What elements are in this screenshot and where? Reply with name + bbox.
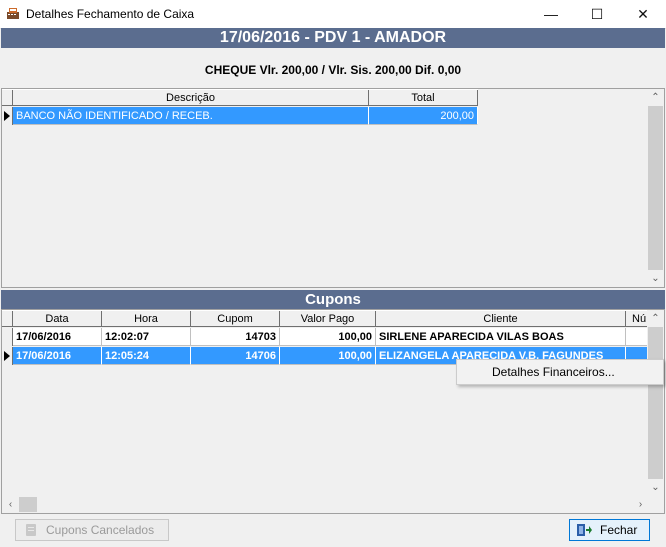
column-header-descricao[interactable]: Descrição	[13, 90, 369, 106]
payments-grid[interactable]: Descrição Total BANCO NÃO IDENTIFICADO /…	[1, 88, 665, 288]
column-header-cupom[interactable]: Cupom	[191, 311, 280, 327]
row-indicator-header	[2, 90, 13, 106]
cupom-row-cliente[interactable]: SIRLENE APARECIDA VILAS BOAS	[376, 328, 626, 346]
scroll-down-icon[interactable]: ⌄	[647, 270, 664, 287]
window-title-bar[interactable]: Detalhes Fechamento de Caixa — ☐ ✕	[0, 0, 666, 29]
payments-vertical-scrollbar[interactable]: ⌃ ⌄	[647, 89, 664, 287]
minimize-button[interactable]: —	[528, 0, 574, 28]
fechar-label: Fechar	[600, 523, 638, 537]
row-indicator[interactable]	[2, 347, 13, 365]
payment-row-descricao[interactable]: BANCO NÃO IDENTIFICADO / RECEB.	[13, 107, 369, 125]
cupom-row-valor-pago[interactable]: 100,00	[280, 347, 376, 365]
close-window-button[interactable]: ✕	[620, 0, 666, 28]
menu-item-detalhes-financeiros[interactable]: Detalhes Financeiros...	[492, 364, 615, 380]
cupons-cancelados-button[interactable]: Cupons Cancelados	[15, 519, 169, 541]
payments-grid-header: Descrição Total	[2, 89, 478, 106]
cupons-cancelados-label: Cupons Cancelados	[46, 523, 155, 537]
scrollbar-thumb[interactable]	[648, 327, 663, 479]
scroll-up-icon[interactable]: ⌃	[647, 89, 664, 106]
cupom-row-cupom[interactable]: 14703	[191, 328, 280, 346]
maximize-button[interactable]: ☐	[574, 0, 620, 28]
cupom-row-cupom[interactable]: 14706	[191, 347, 280, 365]
row-indicator-header	[2, 311, 13, 327]
cash-register-icon	[7, 8, 19, 19]
cupom-row-hora[interactable]: 12:02:07	[102, 328, 191, 346]
payment-row-total[interactable]: 200,00	[369, 107, 478, 125]
close-icon: ✕	[637, 5, 649, 22]
column-header-valor-pago[interactable]: Valor Pago	[280, 311, 376, 327]
cupons-vertical-scrollbar[interactable]: ⌃ ⌄	[647, 310, 664, 496]
cupons-horizontal-scrollbar[interactable]: ‹ ›	[2, 496, 649, 513]
window-title: Detalhes Fechamento de Caixa	[26, 7, 195, 21]
minimize-icon: —	[544, 6, 558, 22]
row-pointer-icon	[4, 111, 10, 121]
context-menu: Detalhes Financeiros...	[456, 359, 664, 385]
row-indicator[interactable]	[2, 107, 13, 125]
cancelled-document-icon	[26, 524, 36, 536]
fechar-button[interactable]: Fechar	[569, 519, 650, 541]
cupons-grid[interactable]: Data Hora Cupom Valor Pago Cliente Nú 17…	[1, 309, 665, 514]
page-title: 17/06/2016 - PDV 1 - AMADOR	[1, 28, 665, 48]
cupom-row-data[interactable]: 17/06/2016	[13, 328, 102, 346]
scroll-left-icon[interactable]: ‹	[2, 496, 19, 513]
column-header-hora[interactable]: Hora	[102, 311, 191, 327]
column-header-total[interactable]: Total	[369, 90, 478, 106]
scrollbar-thumb[interactable]	[19, 497, 37, 512]
scroll-down-icon[interactable]: ⌄	[647, 479, 664, 496]
payment-summary: CHEQUE Vlr. 200,00 / Vlr. Sis. 200,00 Di…	[1, 48, 665, 88]
cupom-row-data[interactable]: 17/06/2016	[13, 347, 102, 365]
cupons-grid-header: Data Hora Cupom Valor Pago Cliente Nú	[2, 310, 649, 327]
cupom-row-numero[interactable]	[626, 328, 649, 346]
column-header-numero[interactable]: Nú	[626, 311, 649, 327]
maximize-icon: ☐	[590, 5, 604, 22]
exit-door-icon	[577, 524, 592, 536]
column-header-cliente[interactable]: Cliente	[376, 311, 626, 327]
scroll-up-icon[interactable]: ⌃	[647, 310, 664, 327]
row-pointer-icon	[4, 351, 10, 361]
scrollbar-thumb[interactable]	[648, 106, 663, 270]
column-header-data[interactable]: Data	[13, 311, 102, 327]
scroll-right-icon[interactable]: ›	[632, 496, 649, 513]
row-indicator[interactable]	[2, 328, 13, 346]
cupom-row-hora[interactable]: 12:05:24	[102, 347, 191, 365]
cupom-row-valor-pago[interactable]: 100,00	[280, 328, 376, 346]
cupons-section-title: Cupons	[1, 290, 665, 309]
